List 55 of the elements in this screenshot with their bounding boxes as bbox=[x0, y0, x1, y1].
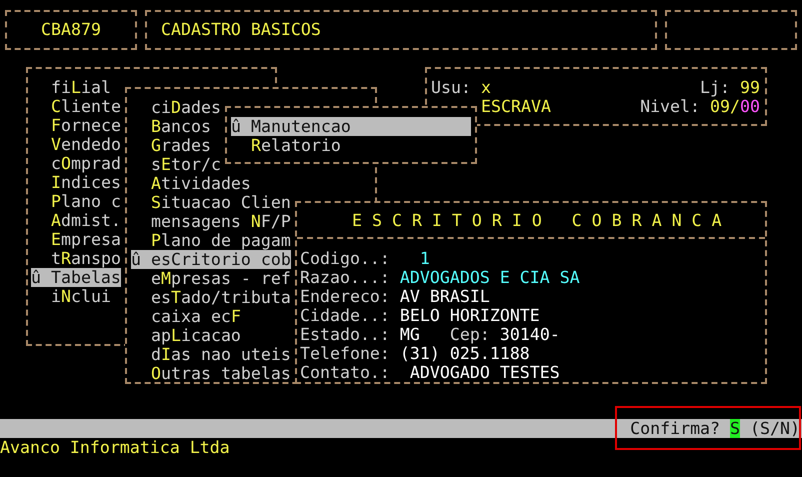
field-value: ADVOGADO TESTES bbox=[408, 363, 560, 382]
answer-field[interactable]: S bbox=[730, 419, 740, 438]
menu-item[interactable]: fiLial bbox=[31, 78, 121, 97]
user-label: Usu: bbox=[431, 78, 471, 97]
menu-item[interactable]: û Tabelas bbox=[31, 268, 121, 287]
menu-item[interactable]: û esCritorio cob bbox=[131, 250, 291, 269]
field-label: Endereco: bbox=[300, 287, 390, 306]
menu-item[interactable]: iNclui bbox=[31, 287, 121, 306]
confirm-prompt: Confirma? bbox=[630, 419, 720, 438]
field-value: ADVOGADOS E CIA SA bbox=[400, 268, 580, 287]
menu-item[interactable]: dIas nao uteis bbox=[131, 345, 291, 364]
field-value: 1 bbox=[418, 249, 430, 268]
dialog-title: E S C R I T O R I O C O B R A N C A bbox=[352, 211, 722, 230]
field-value: (31) 025.1188 bbox=[400, 344, 530, 363]
menu-item[interactable]: Vendedo bbox=[31, 135, 121, 154]
menu-item[interactable]: tRanspo bbox=[31, 249, 121, 268]
menu-item[interactable]: Plano de pagam bbox=[131, 231, 291, 250]
menu-item[interactable]: mensagens NF/P bbox=[131, 212, 291, 231]
level-label: Nivel: bbox=[640, 97, 700, 116]
menu-item[interactable]: Relatorio bbox=[231, 136, 471, 155]
company-name: Avanco Informatica Ltda bbox=[0, 438, 230, 457]
menu-item[interactable]: esTado/tributa bbox=[131, 288, 291, 307]
field-label: Cidade..: bbox=[300, 306, 390, 325]
field-label: Razao...: bbox=[300, 268, 390, 287]
menu-item[interactable]: Plano c bbox=[31, 192, 121, 211]
field-value: 30140- bbox=[500, 325, 560, 344]
field-value: AV BRASIL bbox=[400, 287, 490, 306]
menu-item[interactable]: Empresa bbox=[31, 230, 121, 249]
field-value: BELO HORIZONTE bbox=[400, 306, 540, 325]
field-label: Telefone: bbox=[300, 344, 390, 363]
store-label: Lj: bbox=[700, 78, 730, 97]
menu-item[interactable]: cOmprad bbox=[31, 154, 121, 173]
field-label: Codigo..: bbox=[300, 249, 390, 268]
menu-item[interactable]: Fornece bbox=[31, 116, 121, 135]
field-label: Contato.: bbox=[300, 363, 390, 382]
level-value: 09/00 bbox=[710, 97, 760, 116]
answer-options: (S/N) bbox=[750, 419, 800, 438]
menu-item[interactable]: eMpresas - ref bbox=[131, 269, 291, 288]
menu-item[interactable]: Atividades bbox=[131, 174, 291, 193]
field-label: Estado..: bbox=[300, 325, 390, 344]
menu-item[interactable]: Indices bbox=[31, 173, 121, 192]
mode-value: ESCRAVA bbox=[480, 97, 551, 116]
program-code: CBA879 bbox=[5, 10, 137, 50]
store-value: 99 bbox=[740, 78, 760, 97]
field-value: MG bbox=[400, 325, 420, 344]
menu-item[interactable]: û Manutencao bbox=[231, 117, 471, 136]
screen-title: CADASTRO BASICOS bbox=[145, 10, 657, 50]
menu-item[interactable]: apLicacao bbox=[131, 326, 291, 345]
menu-item[interactable]: Situacao Clien bbox=[131, 193, 291, 212]
menu-item[interactable]: Cliente bbox=[31, 97, 121, 116]
user-value: x bbox=[480, 78, 491, 97]
menu-item[interactable]: caixa ecF bbox=[131, 307, 291, 326]
menu-item[interactable]: Outras tabelas bbox=[131, 364, 291, 383]
field-label: Cep: bbox=[450, 325, 490, 344]
menu-item[interactable]: Admist. bbox=[31, 211, 121, 230]
